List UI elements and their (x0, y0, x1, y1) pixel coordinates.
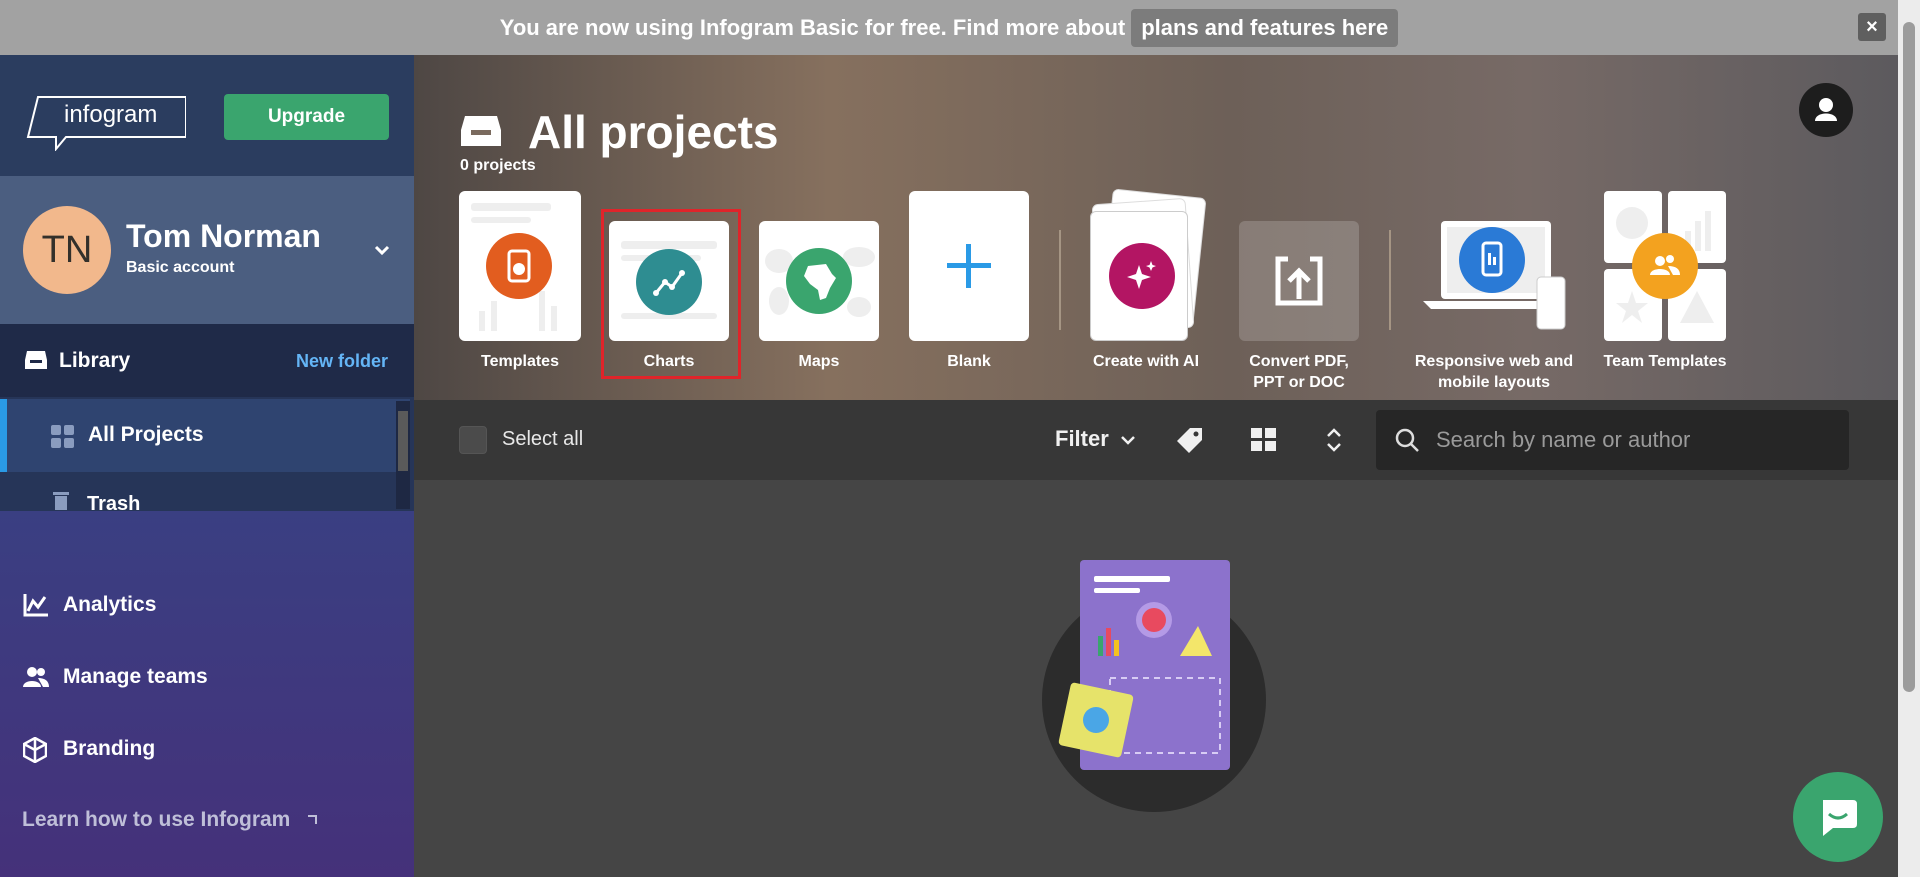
upload-icon (1272, 253, 1326, 314)
devices-icon (1459, 227, 1525, 293)
africa-map-icon (786, 248, 852, 314)
templates-card (459, 191, 581, 341)
banner-text: You are now using Infogram Basic for fre… (499, 14, 1126, 40)
learn-label: Learn how to use Infogram (22, 808, 291, 831)
sidebar: infogram Upgrade TN Tom Norman Basic acc… (0, 55, 414, 877)
folder-trash[interactable]: Trash (0, 474, 410, 511)
plans-link[interactable]: plans and features here (1131, 8, 1399, 47)
tile-templates[interactable]: Templates (459, 191, 581, 370)
tile-label-line: Responsive web and (1414, 353, 1574, 370)
project-toolbar: Select all Filter (414, 400, 1898, 480)
sort-icon[interactable] (1324, 426, 1344, 459)
infogram-logo[interactable]: infogram (26, 95, 187, 152)
chat-button[interactable] (1793, 772, 1883, 862)
teams-icon (23, 665, 49, 694)
nav-label: Manage teams (63, 665, 208, 688)
tile-responsive-layouts[interactable]: Responsive web and mobile layouts (1415, 221, 1573, 391)
folder-label: All Projects (88, 423, 204, 446)
page-title: All projects (528, 106, 779, 158)
team-templates-art (1604, 191, 1726, 341)
devices-art (1419, 221, 1569, 341)
sidebar-header: infogram Upgrade (0, 55, 414, 176)
tile-label: Convert PDF, PPT or DOC (1219, 351, 1379, 393)
tag-icon[interactable] (1176, 426, 1204, 459)
filter-dropdown[interactable]: Filter (1055, 426, 1137, 453)
trash-icon (50, 490, 72, 511)
tile-label-line: PPT or DOC (1253, 374, 1345, 391)
templates-icon (486, 233, 552, 299)
user-panel[interactable]: TN Tom Norman Basic account (0, 176, 414, 324)
chat-icon (1817, 796, 1859, 843)
page-scrollbar[interactable] (1898, 0, 1920, 877)
tile-label-line: Convert PDF, (1249, 353, 1349, 370)
grid-view-icon[interactable] (1250, 426, 1278, 459)
upgrade-button[interactable]: Upgrade (224, 94, 389, 140)
account-type: Basic account (126, 259, 235, 276)
blank-card (909, 191, 1029, 341)
library-label: Library (59, 349, 131, 372)
tile-convert-document[interactable]: Convert PDF, PPT or DOC (1239, 221, 1359, 391)
search-input[interactable] (1436, 410, 1836, 470)
close-banner-button[interactable]: × (1858, 13, 1886, 41)
folder-label: Trash (87, 493, 141, 511)
new-folder-button[interactable]: New folder (296, 351, 388, 372)
scrollbar-thumb[interactable] (1903, 22, 1915, 692)
project-count: 0 projects (460, 157, 536, 174)
sidebar-nav: Analytics Manage teams Branding Learn ho… (0, 511, 414, 877)
inbox-icon (24, 350, 48, 375)
nav-label: Branding (63, 737, 156, 760)
library-header: Library New folder (0, 324, 414, 397)
grid-icon (51, 425, 75, 454)
tile-label: Team Templates (1603, 353, 1727, 370)
chevron-down-icon (1119, 427, 1137, 453)
empty-state-illustration (1040, 558, 1270, 823)
cube-icon (22, 736, 48, 768)
tile-label-line: mobile layouts (1437, 374, 1551, 391)
tile-separator (1059, 230, 1061, 330)
logo-text: infogram (64, 101, 158, 128)
scrollbar-thumb[interactable] (398, 411, 408, 471)
tile-label: Create with AI (1092, 353, 1200, 370)
tile-label: Templates (481, 353, 559, 370)
maps-card (759, 221, 879, 341)
select-all-label[interactable]: Select all (502, 428, 583, 451)
search-box[interactable] (1376, 410, 1849, 470)
nav-label: Analytics (63, 593, 157, 616)
avatar: TN (23, 206, 111, 294)
inbox-icon (460, 114, 502, 153)
team-icon (1632, 233, 1698, 299)
external-link-icon (306, 808, 318, 832)
tile-separator (1389, 230, 1391, 330)
nav-manage-teams[interactable]: Manage teams (0, 657, 414, 697)
tile-blank[interactable]: Blank (909, 191, 1029, 370)
sparkles-icon (1109, 243, 1175, 309)
plus-icon (947, 244, 991, 293)
ai-card-stack (1086, 188, 1207, 341)
user-name: Tom Norman (126, 218, 321, 254)
nav-branding[interactable]: Branding (0, 729, 414, 769)
select-all-checkbox[interactable] (459, 426, 487, 454)
tile-label: Blank (947, 353, 991, 370)
search-icon (1394, 427, 1420, 458)
analytics-icon (23, 593, 49, 622)
nav-analytics[interactable]: Analytics (0, 585, 414, 625)
tile-create-with-ai[interactable]: Create with AI (1086, 188, 1207, 370)
tile-maps[interactable]: Maps (759, 221, 879, 370)
tile-label: Maps (798, 353, 840, 370)
profile-button[interactable] (1799, 83, 1853, 137)
convert-card (1239, 221, 1359, 341)
tile-team-templates[interactable]: Team Templates (1603, 191, 1727, 370)
chevron-down-icon[interactable] (368, 236, 396, 264)
tile-label: Responsive web and mobile layouts (1399, 351, 1589, 393)
promo-banner: You are now using Infogram Basic for fre… (0, 0, 1898, 55)
folder-list-scrollbar[interactable] (396, 401, 410, 509)
learn-link[interactable]: Learn how to use Infogram (22, 808, 318, 832)
filter-label: Filter (1055, 426, 1109, 451)
selection-highlight (601, 209, 741, 379)
folder-all-projects[interactable]: All Projects (0, 399, 410, 472)
